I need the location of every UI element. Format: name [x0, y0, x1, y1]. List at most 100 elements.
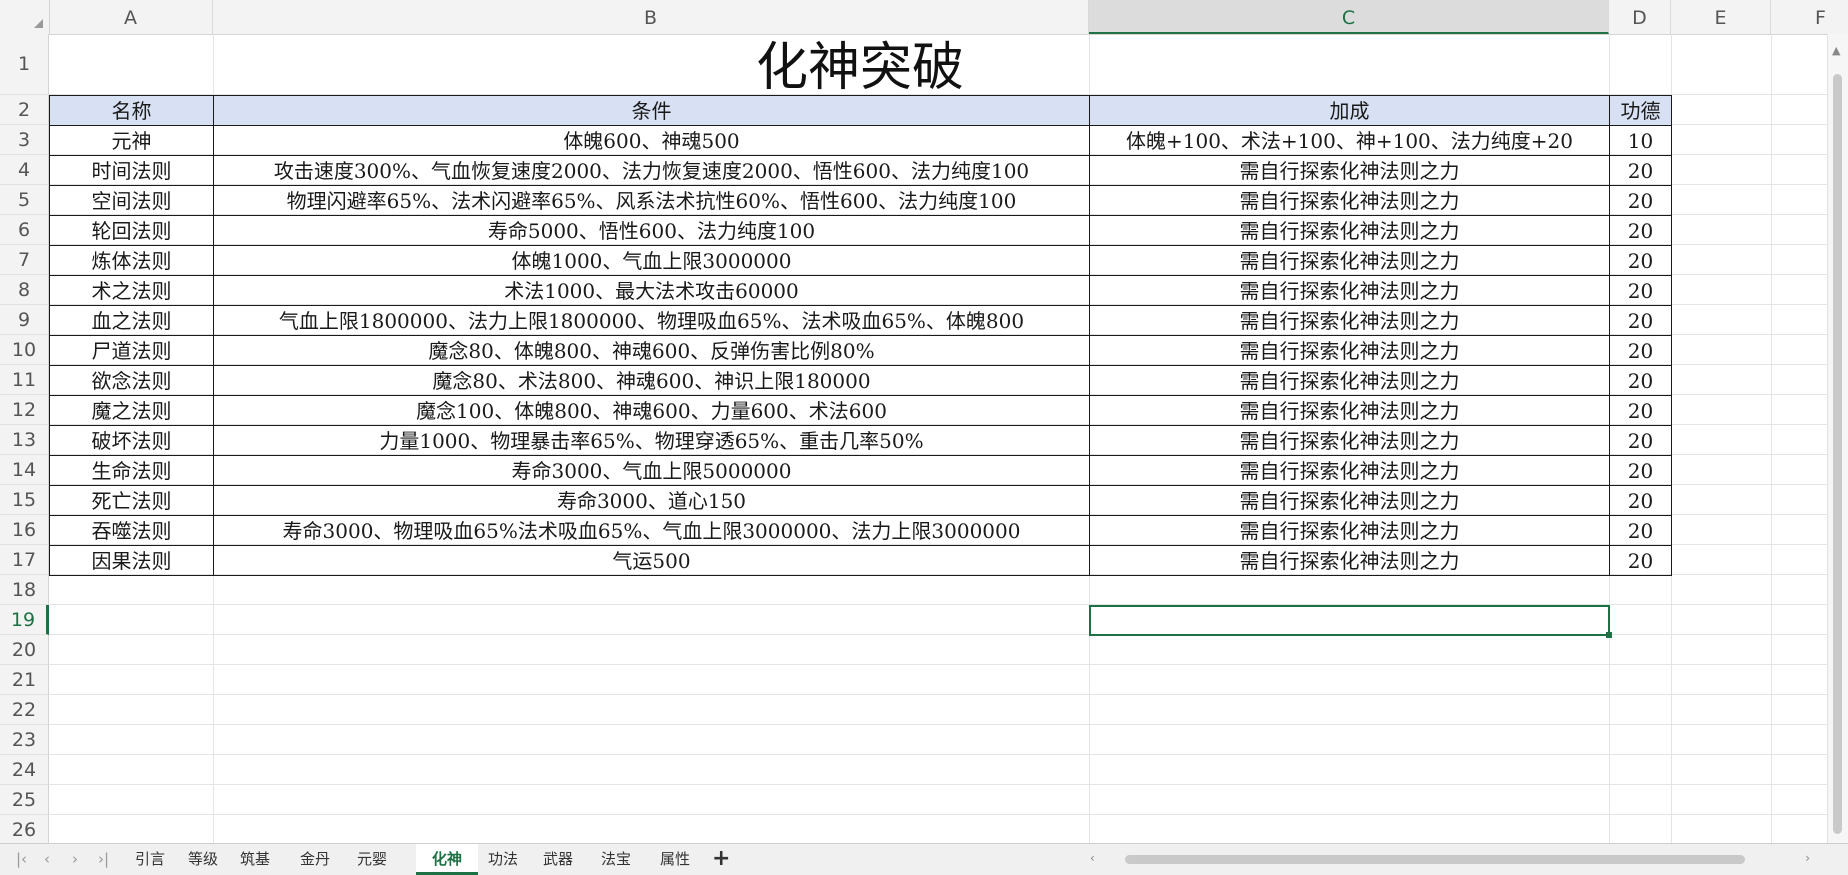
cell-condition[interactable]: 魔念80、术法800、神魂600、神识上限180000 [213, 365, 1090, 396]
row-header-20[interactable]: 20 [0, 635, 49, 665]
row-header-1[interactable]: 1 [0, 34, 49, 95]
sheet-tab-10[interactable]: 属性 [644, 844, 706, 875]
scroll-up-icon[interactable]: ▲ [1832, 44, 1840, 57]
column-header-d[interactable]: D [1609, 0, 1671, 34]
cell-condition[interactable]: 术法1000、最大法术攻击60000 [213, 275, 1090, 306]
cell-merit[interactable]: 20 [1609, 275, 1672, 306]
cell-bonus[interactable]: 需自行探索化神法则之力 [1089, 305, 1610, 336]
cell-bonus[interactable]: 需自行探索化神法则之力 [1089, 455, 1610, 486]
cell-condition[interactable]: 气运500 [213, 545, 1090, 576]
cell-merit[interactable]: 20 [1609, 455, 1672, 486]
sheet-tab-7[interactable]: 功法 [478, 844, 528, 875]
row-header-25[interactable]: 25 [0, 785, 49, 815]
horizontal-scroll-thumb[interactable] [1125, 855, 1745, 864]
cell-condition[interactable]: 寿命3000、气血上限5000000 [213, 455, 1090, 486]
cell-name[interactable]: 炼体法则 [49, 245, 214, 276]
row-header-26[interactable]: 26 [0, 815, 49, 843]
cell-name[interactable]: 欲念法则 [49, 365, 214, 396]
cell-condition[interactable]: 气血上限1800000、法力上限1800000、物理吸血65%、法术吸血65%、… [213, 305, 1090, 336]
cell-merit[interactable]: 20 [1609, 425, 1672, 456]
sheet-tab-4[interactable]: 金丹 [288, 844, 342, 875]
cell-bonus[interactable]: 需自行探索化神法则之力 [1089, 365, 1610, 396]
next-sheet-icon[interactable]: › [72, 850, 78, 868]
row-header-14[interactable]: 14 [0, 455, 49, 485]
cell-name[interactable]: 尸道法则 [49, 335, 214, 366]
cell-bonus[interactable]: 需自行探索化神法则之力 [1089, 485, 1610, 516]
column-header-e[interactable]: E [1671, 0, 1771, 34]
cell-merit[interactable]: 10 [1609, 125, 1672, 156]
cell-name[interactable]: 破坏法则 [49, 425, 214, 456]
row-header-24[interactable]: 24 [0, 755, 49, 785]
header-merit[interactable]: 功德 [1609, 95, 1672, 126]
row-header-10[interactable]: 10 [0, 335, 49, 365]
select-all-button[interactable] [0, 0, 50, 34]
sheet-tab-2[interactable]: 等级 [178, 844, 228, 875]
header-bonus[interactable]: 加成 [1089, 95, 1610, 126]
column-header-b[interactable]: B [213, 0, 1089, 34]
cell-bonus[interactable]: 需自行探索化神法则之力 [1089, 185, 1610, 216]
scroll-left-icon[interactable]: ‹ [1090, 851, 1095, 865]
column-header-c[interactable]: C [1089, 0, 1609, 34]
cell-condition[interactable]: 寿命5000、悟性600、法力纯度100 [213, 215, 1090, 246]
column-header-a[interactable]: A [49, 0, 213, 34]
cell-merit[interactable]: 20 [1609, 185, 1672, 216]
cell-name[interactable]: 血之法则 [49, 305, 214, 336]
cell-bonus[interactable]: 需自行探索化神法则之力 [1089, 335, 1610, 366]
cell-name[interactable]: 术之法则 [49, 275, 214, 306]
row-header-19[interactable]: 19 [0, 605, 49, 635]
sheet-tab-5[interactable]: 元婴 [346, 844, 398, 875]
cell-condition[interactable]: 魔念80、体魄800、神魂600、反弹伤害比例80% [213, 335, 1090, 366]
cell-condition[interactable]: 寿命3000、物理吸血65%法术吸血65%、气血上限3000000、法力上限30… [213, 515, 1090, 546]
row-header-18[interactable]: 18 [0, 575, 49, 605]
row-header-23[interactable]: 23 [0, 725, 49, 755]
cell-name[interactable]: 死亡法则 [49, 485, 214, 516]
row-header-12[interactable]: 12 [0, 395, 49, 425]
row-header-4[interactable]: 4 [0, 155, 49, 185]
cell-bonus[interactable]: 需自行探索化神法则之力 [1089, 245, 1610, 276]
cell-merit[interactable]: 20 [1609, 305, 1672, 336]
cell-condition[interactable]: 物理闪避率65%、法术闪避率65%、风系法术抗性60%、悟性600、法力纯度10… [213, 185, 1090, 216]
row-header-11[interactable]: 11 [0, 365, 49, 395]
cell-condition[interactable]: 体魄1000、气血上限3000000 [213, 245, 1090, 276]
cell-name[interactable]: 魔之法则 [49, 395, 214, 426]
cell-merit[interactable]: 20 [1609, 545, 1672, 576]
row-header-9[interactable]: 9 [0, 305, 49, 335]
cell-name[interactable]: 元神 [49, 125, 214, 156]
cell-merit[interactable]: 20 [1609, 245, 1672, 276]
cell-bonus[interactable]: 需自行探索化神法则之力 [1089, 425, 1610, 456]
cell-condition[interactable]: 体魄600、神魂500 [213, 125, 1090, 156]
row-header-13[interactable]: 13 [0, 425, 49, 455]
row-header-2[interactable]: 2 [0, 95, 49, 125]
row-header-7[interactable]: 7 [0, 245, 49, 275]
row-header-16[interactable]: 16 [0, 515, 49, 545]
cell-name[interactable]: 空间法则 [49, 185, 214, 216]
cell-merit[interactable]: 20 [1609, 155, 1672, 186]
scroll-right-icon[interactable]: › [1805, 851, 1810, 865]
prev-sheet-icon[interactable]: ‹ [44, 850, 50, 868]
add-sheet-button[interactable]: + [712, 846, 730, 871]
row-header-21[interactable]: 21 [0, 665, 49, 695]
cell-condition[interactable]: 攻击速度300%、气血恢复速度2000、法力恢复速度2000、悟性600、法力纯… [213, 155, 1090, 186]
cell-bonus[interactable]: 需自行探索化神法则之力 [1089, 155, 1610, 186]
vertical-scrollbar[interactable]: ▲ [1827, 34, 1848, 843]
sheet-tab-9[interactable]: 法宝 [588, 844, 644, 875]
cell-merit[interactable]: 20 [1609, 395, 1672, 426]
cell-bonus[interactable]: 体魄+100、术法+100、神+100、法力纯度+20 [1089, 125, 1610, 156]
cell-bonus[interactable]: 需自行探索化神法则之力 [1089, 215, 1610, 246]
row-header-17[interactable]: 17 [0, 545, 49, 575]
cell-condition[interactable]: 寿命3000、道心150 [213, 485, 1090, 516]
row-header-22[interactable]: 22 [0, 695, 49, 725]
column-header-f[interactable]: F [1771, 0, 1848, 34]
sheet-title[interactable]: 化神突破 [49, 34, 1671, 98]
row-header-6[interactable]: 6 [0, 215, 49, 245]
row-header-5[interactable]: 5 [0, 185, 49, 215]
sheet-tab-6[interactable]: 化神 [416, 844, 478, 875]
horizontal-scrollbar[interactable]: ‹ › [1090, 851, 1810, 867]
row-header-3[interactable]: 3 [0, 125, 49, 155]
first-sheet-icon[interactable]: |‹ [16, 850, 27, 868]
vertical-scroll-thumb[interactable] [1833, 74, 1842, 834]
cell-bonus[interactable]: 需自行探索化神法则之力 [1089, 545, 1610, 576]
cell-merit[interactable]: 20 [1609, 365, 1672, 396]
cell-name[interactable]: 吞噬法则 [49, 515, 214, 546]
cell-bonus[interactable]: 需自行探索化神法则之力 [1089, 395, 1610, 426]
